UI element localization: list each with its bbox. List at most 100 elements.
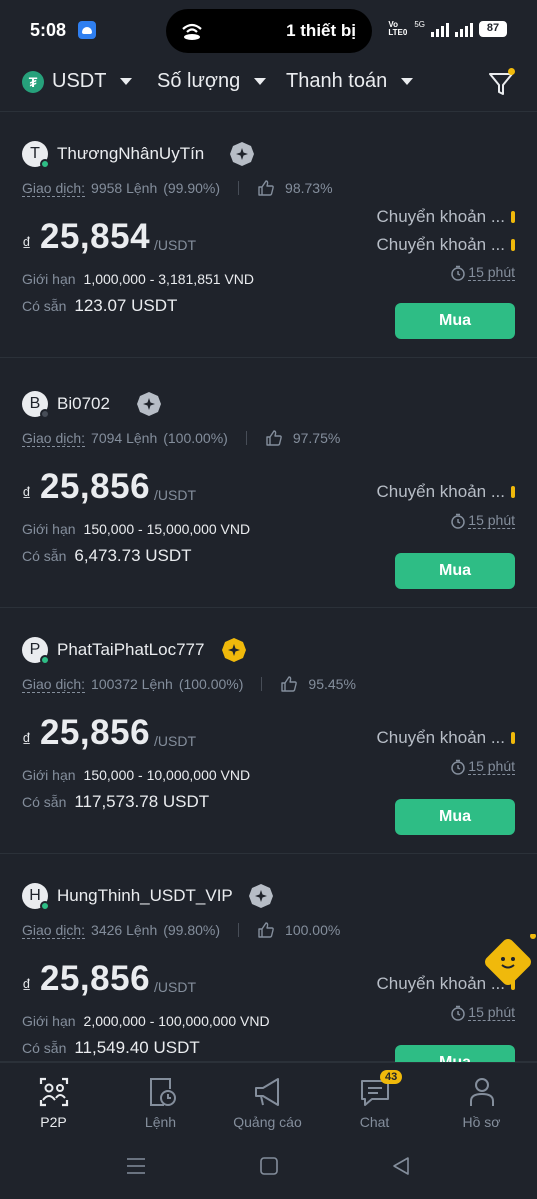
avatar-letter: P xyxy=(29,641,41,658)
limit-value: 150,000 - 15,000,000 VND xyxy=(83,521,251,537)
ad-card[interactable]: H HungThinh_USDT_VIP Giao dịch: 3426 Lện… xyxy=(0,855,537,1081)
nav-chat-label: Chat xyxy=(359,1114,390,1130)
avatar-letter: T xyxy=(30,145,40,162)
limit-label: Giới hạn xyxy=(22,271,76,287)
dynamic-island[interactable]: 1 thiết bị xyxy=(166,9,372,53)
price-unit: /USDT xyxy=(154,487,196,503)
price-unit: /USDT xyxy=(154,237,196,253)
trade-label[interactable]: Giao dịch: xyxy=(22,430,86,447)
ad-card[interactable]: P PhatTaiPhatLoc777 Giao dịch: 100372 Lệ… xyxy=(0,609,537,854)
trade-label[interactable]: Giao dịch: xyxy=(22,922,86,939)
coin-filter-label: USDT xyxy=(52,70,107,92)
currency-symbol: ₫ xyxy=(22,234,32,254)
floating-mascot-icon[interactable] xyxy=(480,934,536,990)
merchant-name[interactable]: PhatTaiPhatLoc777 xyxy=(57,640,204,660)
trade-stats: Giao dịch: 3426 Lệnh (99.80%) 100.00% xyxy=(22,921,340,939)
ad-card[interactable]: B Bi0702 Giao dịch: 7094 Lệnh (100.00%) … xyxy=(0,363,537,608)
payment-method-tag: Chuyển khoản ... xyxy=(376,728,515,748)
timer-icon xyxy=(451,759,466,775)
network-label: 5G xyxy=(414,20,425,29)
back-icon[interactable] xyxy=(391,1156,411,1176)
timer-icon xyxy=(451,513,466,529)
online-status-dot xyxy=(40,409,50,419)
merchant-name[interactable]: Bi0702 xyxy=(57,394,110,414)
signal-icon-2 xyxy=(455,21,473,37)
coin-filter[interactable]: ₮ USDT xyxy=(22,70,133,93)
buy-button[interactable]: Mua xyxy=(395,553,515,589)
thumbs-up-icon xyxy=(281,676,298,692)
order-count: 7094 Lệnh xyxy=(91,430,158,446)
time-limit: 15 phút xyxy=(450,1004,515,1021)
menu-icon[interactable] xyxy=(126,1156,146,1176)
thumbs-up-icon xyxy=(266,430,282,446)
payment-method-tag: Chuyển khoản ... xyxy=(376,235,515,255)
chat-unread-badge: 43 xyxy=(380,1070,403,1084)
orders-icon xyxy=(149,1078,176,1106)
hotspot-icon xyxy=(182,23,202,40)
time-limit-value: 15 phút xyxy=(468,264,515,281)
app-notification-icon xyxy=(78,21,96,39)
currency-symbol: ₫ xyxy=(22,730,32,750)
price: 25,854 xyxy=(40,217,151,256)
payment-filter[interactable]: Thanh toán xyxy=(286,70,414,93)
tether-icon: ₮ xyxy=(22,70,44,93)
limit-label: Giới hạn xyxy=(22,767,76,783)
time-limit: 15 phút xyxy=(450,264,515,281)
available-label: Có sẵn xyxy=(22,1040,67,1056)
positive-rating: 98.73% xyxy=(285,180,333,196)
available-row: Có sẵn 123.07 USDT xyxy=(22,296,177,316)
amount-filter[interactable]: Số lượng xyxy=(157,70,267,93)
order-count: 3426 Lệnh xyxy=(91,922,158,938)
merchant-badge-icon xyxy=(230,142,254,166)
divider xyxy=(238,181,240,195)
time-limit-value: 15 phút xyxy=(468,512,515,529)
payment-filter-label: Thanh toán xyxy=(286,70,388,92)
order-count: 100372 Lệnh xyxy=(91,676,173,692)
timer-icon xyxy=(451,1005,466,1021)
nav-p2p[interactable]: P2P xyxy=(0,1063,107,1135)
limit-value: 2,000,000 - 100,000,000 VND xyxy=(83,1013,270,1029)
available-value: 11,549.40 USDT xyxy=(74,1038,200,1057)
ad-card[interactable]: T ThươngNhânUyTín Giao dịch: 9958 Lệnh (… xyxy=(0,113,537,358)
currency-symbol: ₫ xyxy=(22,976,32,996)
caret-down-icon xyxy=(401,78,414,85)
avatar[interactable]: P xyxy=(22,637,50,665)
limit-value: 1,000,000 - 3,181,851 VND xyxy=(83,271,255,287)
payment-method-tag: Chuyển khoản ... xyxy=(376,207,515,227)
positive-rating: 95.45% xyxy=(308,676,356,692)
merchant-name[interactable]: ThươngNhânUyTín xyxy=(57,144,204,164)
nav-chat[interactable]: 43 Chat xyxy=(321,1063,428,1135)
nav-orders-label: Lệnh xyxy=(144,1114,177,1130)
limit-row: Giới hạn 1,000,000 - 3,181,851 VND xyxy=(22,271,254,287)
avatar[interactable]: B xyxy=(22,391,50,419)
nav-orders[interactable]: Lệnh xyxy=(107,1063,214,1135)
buy-button[interactable]: Mua xyxy=(395,799,515,835)
time-limit: 15 phút xyxy=(450,758,515,775)
trade-stats: Giao dịch: 100372 Lệnh (100.00%) 95.45% xyxy=(22,675,356,693)
time-limit-value: 15 phút xyxy=(468,1004,515,1021)
price-unit: /USDT xyxy=(154,979,196,995)
filter-bar: ₮ USDT Số lượng Thanh toán xyxy=(0,60,537,112)
merchant-name[interactable]: HungThinh_USDT_VIP xyxy=(57,886,233,906)
thumbs-up-icon xyxy=(258,180,274,196)
trade-label[interactable]: Giao dịch: xyxy=(22,676,86,693)
trade-stats: Giao dịch: 9958 Lệnh (99.90%) 98.73% xyxy=(22,179,333,197)
nav-ads[interactable]: Quảng cáo xyxy=(214,1063,321,1135)
trade-label[interactable]: Giao dịch: xyxy=(22,180,86,197)
available-row: Có sẵn 6,473.73 USDT xyxy=(22,546,192,566)
available-label: Có sẵn xyxy=(22,794,67,810)
home-icon[interactable] xyxy=(259,1156,279,1176)
completion-rate: (99.90%) xyxy=(163,180,221,196)
nav-profile[interactable]: Hồ sơ xyxy=(428,1063,535,1135)
limit-label: Giới hạn xyxy=(22,521,76,537)
limit-row: Giới hạn 150,000 - 15,000,000 VND xyxy=(22,521,250,537)
avatar[interactable]: H xyxy=(22,883,50,911)
merchant-badge-icon xyxy=(137,392,161,416)
positive-rating: 100.00% xyxy=(285,922,341,938)
completion-rate: (100.00%) xyxy=(163,430,228,446)
available-label: Có sẵn xyxy=(22,548,67,564)
avatar-letter: B xyxy=(29,395,41,412)
avatar[interactable]: T xyxy=(22,141,50,169)
buy-button[interactable]: Mua xyxy=(395,303,515,339)
filter-active-dot xyxy=(508,68,515,75)
